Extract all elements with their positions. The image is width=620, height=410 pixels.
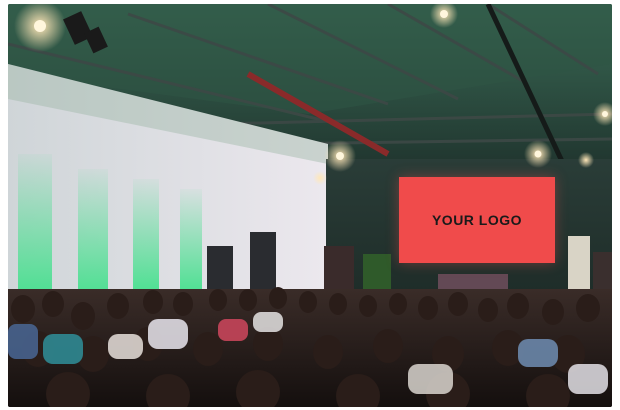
stage-speaker [324,246,354,296]
door [250,232,276,292]
door [207,246,233,292]
projection-screen: YOUR LOGO [399,177,555,263]
screen-logo-text: YOUR LOGO [431,212,523,228]
event-photo: YOUR LOGO [8,4,612,407]
banner-stand [568,236,590,296]
